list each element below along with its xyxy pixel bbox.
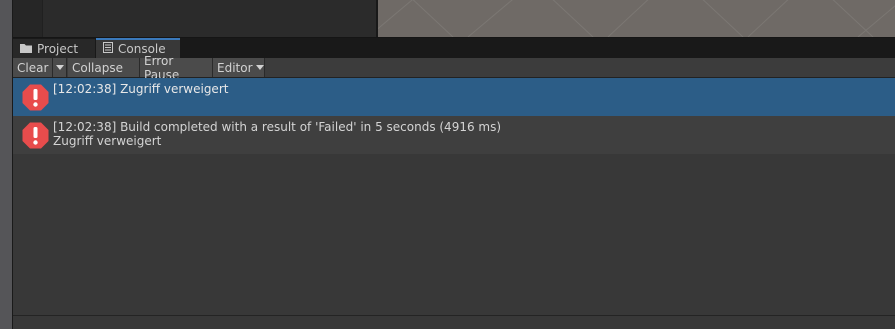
console-icon bbox=[103, 42, 113, 56]
editor-dropdown[interactable]: Editor bbox=[213, 58, 265, 77]
chevron-down-icon bbox=[55, 65, 64, 70]
log-message: [12:02:38] Zugriff verweigert bbox=[53, 82, 228, 96]
hierarchy-panel-strip bbox=[13, 0, 43, 37]
left-edge-strip bbox=[0, 0, 13, 329]
clear-button[interactable]: Clear bbox=[13, 58, 53, 77]
tab-project[interactable]: Project bbox=[13, 39, 95, 58]
log-message-line: [12:02:38] Build completed with a result… bbox=[53, 120, 502, 134]
tab-project-label: Project bbox=[37, 41, 79, 56]
error-pause-toggle[interactable]: Error Pause bbox=[140, 54, 213, 82]
hierarchy-panel-area bbox=[13, 0, 376, 37]
console-toolbar: Clear Collapse Error Pause Editor bbox=[13, 54, 895, 82]
list-item[interactable]: [12:02:38] Build completed with a result… bbox=[13, 116, 895, 154]
editor-dropdown-label: Editor bbox=[217, 60, 253, 75]
collapse-toggle[interactable]: Collapse bbox=[68, 58, 140, 77]
scene-view[interactable] bbox=[378, 0, 895, 37]
status-bar bbox=[13, 315, 895, 329]
log-message: [12:02:38] Build completed with a result… bbox=[53, 120, 501, 148]
list-item[interactable]: [12:02:38] Zugriff verweigert bbox=[13, 78, 895, 116]
scene-grid bbox=[378, 0, 895, 37]
console-log-list[interactable]: [12:02:38] Zugriff verweigert [12:02:38]… bbox=[13, 78, 895, 315]
error-icon bbox=[22, 122, 49, 149]
log-message-line: [12:02:38] Zugriff verweigert bbox=[53, 82, 229, 96]
chevron-down-icon bbox=[255, 65, 264, 70]
log-message-line: Zugriff verweigert bbox=[53, 134, 162, 148]
clear-options-dropdown[interactable] bbox=[53, 58, 67, 77]
error-icon bbox=[22, 84, 49, 111]
folder-icon bbox=[20, 42, 32, 56]
